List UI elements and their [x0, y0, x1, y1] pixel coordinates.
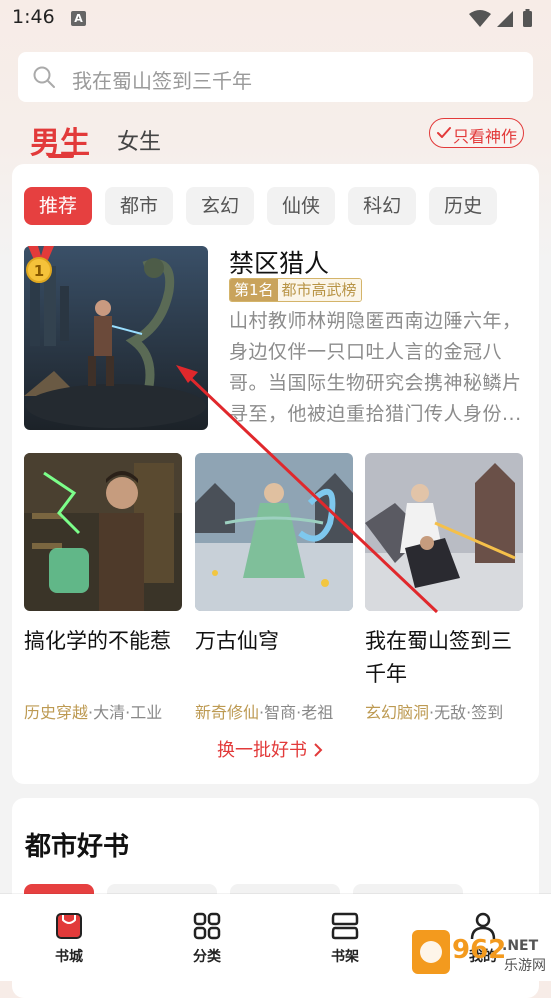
search-placeholder: 我在蜀山签到三千年 — [72, 69, 252, 93]
refresh-books-label: 换一批好书 — [217, 740, 307, 761]
nav-bookshelf[interactable]: 书架 — [310, 910, 380, 966]
status-time: 1:46 — [12, 6, 55, 28]
book-tags: 历史穿越·大清·工业 — [24, 699, 182, 723]
book-title: 搞化学的不能惹 — [24, 629, 171, 653]
rank-number: 1 — [34, 262, 44, 280]
book-tag-primary: 玄幻脑洞 — [365, 703, 430, 722]
search-box[interactable]: 我在蜀山签到三千年 — [18, 52, 533, 102]
book-cover — [24, 453, 182, 611]
battery-icon — [523, 11, 532, 27]
signal-battery-icons — [469, 9, 532, 27]
category-tabs: 推荐 都市 玄幻 仙侠 科幻 历史 — [24, 187, 539, 227]
book-tags: 新奇修仙·智商·老祖 — [195, 699, 353, 723]
cell-signal-icon — [497, 11, 513, 27]
rank-tag[interactable]: 第1名 都市高武榜 — [229, 278, 362, 302]
book-tag-rest: ·智商·老祖 — [259, 703, 334, 722]
status-bar: 1:46 A — [0, 0, 551, 38]
wifi-icon — [469, 10, 491, 27]
chevron-right-icon — [314, 743, 323, 757]
book-tag-rest: ·大清·工业 — [88, 703, 163, 722]
book-card[interactable]: 我在蜀山签到三千年 玄幻脑洞·无敌·签到 — [365, 453, 523, 723]
book-tag-primary: 新奇修仙 — [195, 703, 260, 722]
rank-medal-icon: 1 — [26, 246, 54, 283]
book-tag-primary: 历史穿越 — [24, 703, 89, 722]
book-title: 我在蜀山签到三千年 — [365, 629, 512, 686]
nav-bookstore[interactable]: 书城 — [34, 910, 104, 966]
book-card[interactable]: 搞化学的不能惹 历史穿越·大清·工业 — [24, 453, 182, 723]
nav-bookstore-label: 书城 — [55, 949, 83, 965]
nav-category-label: 分类 — [193, 949, 221, 965]
only-masterpieces-toggle[interactable]: 只看神作 — [429, 118, 524, 148]
check-icon — [437, 127, 451, 138]
notification-icon: A — [71, 11, 86, 26]
rank-label: 第1名 — [230, 279, 278, 301]
nav-bookshelf-label: 书架 — [331, 949, 359, 965]
book-tags: 玄幻脑洞·无敌·签到 — [365, 699, 523, 723]
category-tab-xianxia[interactable]: 仙侠 — [267, 187, 336, 225]
category-tab-recommend[interactable]: 推荐 — [24, 187, 93, 225]
category-tab-history[interactable]: 历史 — [429, 187, 498, 225]
book-cover — [365, 453, 523, 611]
category-tab-fantasy[interactable]: 玄幻 — [186, 187, 255, 225]
watermark-name: 乐游网 — [504, 958, 546, 974]
search-icon — [33, 66, 55, 88]
recommend-card: 推荐 都市 玄幻 仙侠 科幻 历史 1 禁区猎人 第1名 都市高武榜 山村教师林… — [12, 164, 539, 784]
site-watermark-logo: 962 .NET 乐游网 — [412, 930, 546, 974]
section-title: 都市好书 — [25, 832, 130, 862]
book-cover — [195, 453, 353, 611]
bookshelf-icon — [331, 912, 359, 940]
nav-category[interactable]: 分类 — [172, 910, 242, 966]
category-tab-city[interactable]: 都市 — [105, 187, 174, 225]
featured-book-title[interactable]: 禁区猎人 — [229, 244, 329, 280]
watermark-number: 962 — [452, 935, 506, 965]
category-grid-icon — [193, 912, 221, 940]
refresh-books-button[interactable]: 换一批好书 — [217, 736, 323, 762]
only-masterpieces-label: 只看神作 — [453, 127, 518, 146]
book-card[interactable]: 万古仙穹 新奇修仙·智商·老祖 — [195, 453, 353, 723]
featured-book-description: 山村教师林朔隐匿西南边陲六年，身边仅伴一只口吐人言的金冠八哥。当国际生物研究会携… — [229, 310, 522, 425]
tab-active-indicator — [48, 154, 74, 158]
book-tag-rest: ·无敌·签到 — [429, 703, 504, 722]
tab-female[interactable]: 女生 — [117, 124, 161, 156]
book-title: 万古仙穹 — [195, 629, 279, 653]
bookstore-icon — [56, 913, 82, 939]
category-tab-scifi[interactable]: 科幻 — [348, 187, 417, 225]
watermark-suffix: .NET — [502, 938, 539, 954]
rank-list-name: 都市高武榜 — [277, 279, 361, 301]
